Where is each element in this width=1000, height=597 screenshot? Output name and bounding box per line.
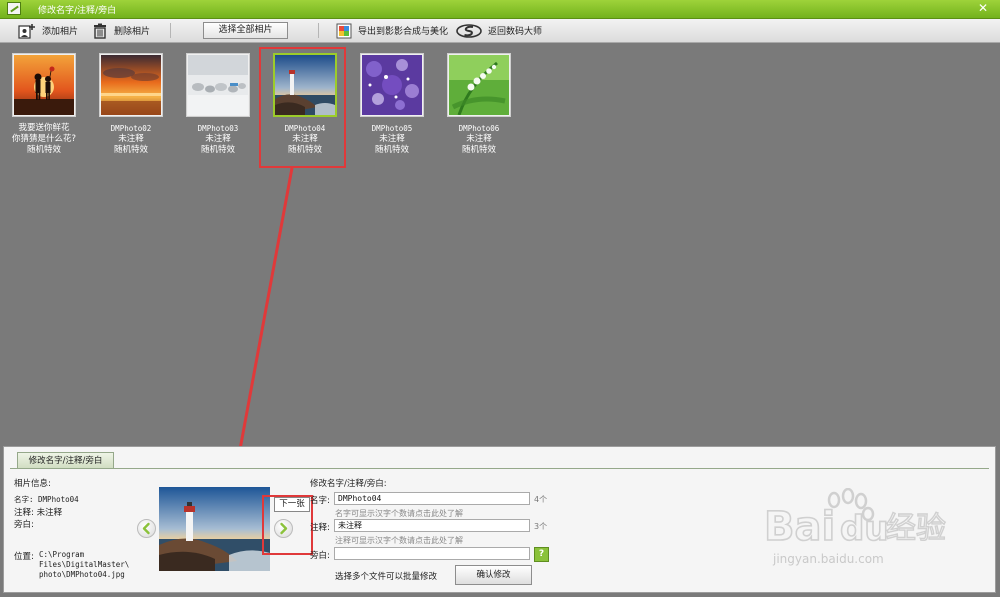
- purple-bokeh-image: [362, 55, 422, 115]
- thumbnail-frame: [99, 53, 163, 117]
- thumbnail-caption: DMPhoto04 未注释 随机特效: [265, 123, 345, 156]
- name-help-link[interactable]: 名字可显示汉字个数请点击此处了解: [335, 508, 463, 519]
- toolbar-separator: [318, 23, 319, 38]
- next-photo-button[interactable]: [274, 519, 293, 538]
- location-path-line: C:\Program: [39, 550, 85, 559]
- photo-location-label: 位置:: [14, 552, 34, 562]
- thumbnail-effect: 随机特效: [113, 145, 148, 155]
- title-bar: 修改名字/注释/旁白 ✕: [0, 0, 1000, 19]
- thumbnail-frame: [447, 53, 511, 117]
- lily-of-the-valley-image: [449, 55, 509, 116]
- back-label: 返回数码大师: [488, 27, 543, 37]
- gray-stones-image: [188, 55, 248, 115]
- thumbnail-name: DMPhoto05: [371, 124, 413, 133]
- thumbnail-caption: 我要送你鲜花 你猜猜是什么花? 随机特效: [4, 123, 84, 156]
- edit-section-title: 修改名字/注释/旁白:: [310, 479, 387, 489]
- narration-help-icon[interactable]: ?: [534, 547, 549, 562]
- thumbnail-frame: [186, 53, 250, 117]
- narration-field-label: 旁白:: [310, 551, 330, 561]
- export-button[interactable]: 导出到影影合成与美化: [336, 21, 448, 40]
- tab-divider: [10, 468, 989, 469]
- location-path-line: photo\DMPhoto04.jpg: [39, 570, 125, 579]
- app-icon: [7, 2, 21, 15]
- note-char-count: 3个: [534, 522, 548, 531]
- photo-thumbnail[interactable]: DMPhoto03 未注释 随机特效: [178, 53, 258, 156]
- close-button[interactable]: ✕: [976, 1, 990, 15]
- tab-edit-name-note-narration[interactable]: 修改名字/注释/旁白: [17, 452, 114, 469]
- thumbnail-effect: 随机特效: [374, 145, 409, 155]
- thumbnail-frame: [360, 53, 424, 117]
- select-all-button[interactable]: 选择全部相片: [203, 22, 288, 39]
- add-photo-label: 添加相片: [42, 27, 79, 37]
- note-input[interactable]: [334, 519, 530, 532]
- back-button[interactable]: 返回数码大师: [456, 21, 542, 40]
- photo-info-note: 注释: 未注释: [14, 508, 63, 518]
- name-input[interactable]: [334, 492, 530, 505]
- thumbnail-name: 我要送你鲜花: [18, 123, 70, 133]
- lighthouse-image: [275, 55, 335, 115]
- thumbnail-caption: DMPhoto06 未注释 随机特效: [439, 123, 519, 156]
- thumbnail-name: DMPhoto02: [110, 124, 152, 133]
- thumbnail-name: DMPhoto03: [197, 124, 239, 133]
- trash-icon: [94, 23, 106, 39]
- note-help-link[interactable]: 注释可显示汉字个数请点击此处了解: [335, 535, 463, 546]
- thumbnail-caption: DMPhoto03 未注释 随机特效: [178, 123, 258, 156]
- chevron-right-icon: [280, 522, 288, 535]
- photo-location-path: C:\Program Files\DigitalMaster\ photo\DM…: [39, 550, 129, 580]
- sunset-clouds-image: [101, 55, 161, 115]
- toolbar: 添加相片 删除相片 选择全部相片 导出到影影合成与美化 返回数码大师: [0, 19, 1000, 43]
- thumbnail-note: 未注释: [118, 134, 144, 144]
- thumbnail-name: DMPhoto06: [458, 124, 500, 133]
- thumbnail-effect: 随机特效: [287, 145, 322, 155]
- thumbnail-caption: DMPhoto02 未注释 随机特效: [91, 123, 171, 156]
- photo-thumbnail-selected[interactable]: DMPhoto04 未注释 随机特效: [265, 53, 345, 156]
- export-label: 导出到影影合成与美化: [358, 27, 449, 37]
- photo-preview-lighthouse: [159, 487, 270, 571]
- thumbnail-effect: 随机特效: [26, 145, 61, 155]
- add-photo-icon: [18, 23, 35, 39]
- thumbnail-frame: [12, 53, 76, 117]
- confirm-edit-button[interactable]: 确认修改: [455, 565, 532, 585]
- photo-info-narration: 旁白:: [14, 520, 34, 530]
- add-photo-button[interactable]: 添加相片: [18, 21, 78, 40]
- thumbnail-effect: 随机特效: [461, 145, 496, 155]
- thumbnail-note: 未注释: [292, 134, 318, 144]
- sunset-couple-image: [14, 55, 74, 115]
- window-title: 修改名字/注释/旁白: [38, 6, 117, 16]
- photo-thumbnail[interactable]: 我要送你鲜花 你猜猜是什么花? 随机特效: [4, 53, 84, 156]
- photo-info-title: 相片信息:: [14, 479, 51, 489]
- thumbnail-note: 未注释: [466, 134, 492, 144]
- thumbnail-frame: [273, 53, 337, 117]
- thumbnail-note: 未注释: [379, 134, 405, 144]
- thumbnail-note: 未注释: [205, 134, 231, 144]
- digital-master-logo-icon: [456, 23, 482, 38]
- location-path-line: Files\DigitalMaster\: [39, 560, 130, 569]
- edit-panel: 修改名字/注释/旁白 相片信息: 名字: DMPhoto04 注释: 未注释 旁…: [3, 446, 996, 593]
- previous-photo-button[interactable]: [137, 519, 156, 538]
- thumbnail-note: 你猜猜是什么花?: [11, 134, 76, 144]
- photo-thumbnail[interactable]: DMPhoto02 未注释 随机特效: [91, 53, 171, 156]
- photo-thumbnail[interactable]: DMPhoto06 未注释 随机特效: [439, 53, 519, 156]
- delete-photo-button[interactable]: 删除相片: [92, 21, 150, 40]
- narration-input[interactable]: [334, 547, 530, 560]
- delete-photo-label: 删除相片: [114, 27, 151, 37]
- note-field-label: 注释:: [310, 523, 330, 533]
- chevron-left-icon: [142, 522, 150, 535]
- photo-info-name: 名字: DMPhoto04: [14, 495, 79, 504]
- thumbnail-effect: 随机特效: [200, 145, 235, 155]
- thumbnail-caption: DMPhoto05 未注释 随机特效: [352, 123, 432, 156]
- next-photo-tooltip: 下一张: [274, 497, 310, 512]
- export-icon: [336, 23, 352, 38]
- photo-thumbnail[interactable]: DMPhoto05 未注释 随机特效: [352, 53, 432, 156]
- thumbnail-name: DMPhoto04: [284, 124, 326, 133]
- name-char-count: 4个: [534, 495, 548, 504]
- name-field-label: 名字:: [310, 496, 330, 506]
- toolbar-separator: [170, 23, 171, 38]
- batch-edit-hint: 选择多个文件可以批量修改: [335, 572, 438, 582]
